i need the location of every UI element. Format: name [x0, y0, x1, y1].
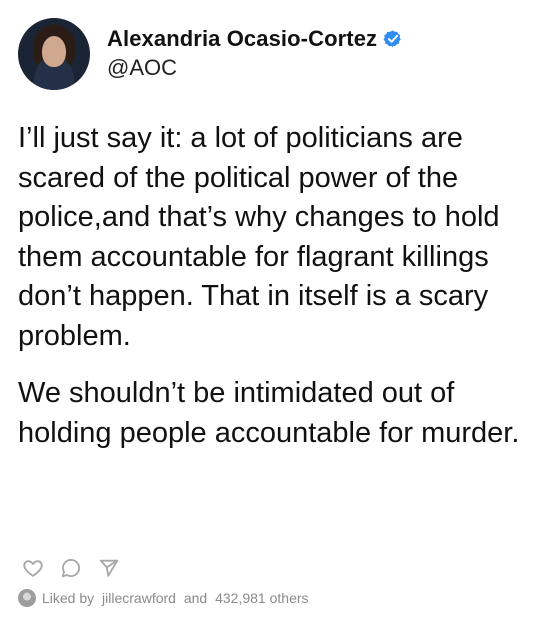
- profile-avatar[interactable]: [18, 18, 90, 90]
- post-body: I’ll just say it: a lot of politicians a…: [18, 119, 528, 453]
- post-header: Alexandria Ocasio-Cortez @AOC: [18, 18, 403, 90]
- verified-badge-icon: [383, 30, 401, 47]
- send-icon[interactable]: [98, 557, 120, 579]
- post-actions: [22, 556, 120, 580]
- likes-prefix: Liked by: [42, 590, 95, 606]
- author-info: Alexandria Ocasio-Cortez @AOC: [107, 24, 403, 81]
- author-handle[interactable]: @AOC: [107, 55, 403, 81]
- author-name-row: Alexandria Ocasio-Cortez: [107, 24, 403, 53]
- likes-connector: and: [183, 590, 208, 606]
- likes-text: Liked by jillecrawford and 432,981 other…: [42, 590, 313, 606]
- liked-user-link[interactable]: jillecrawford: [102, 590, 176, 606]
- post-paragraph: We shouldn’t be intimidated out of holdi…: [18, 377, 520, 449]
- likes-summary: Liked by jillecrawford and 432,981 other…: [18, 588, 313, 608]
- others-link[interactable]: 432,981 others: [215, 590, 308, 606]
- author-name[interactable]: Alexandria Ocasio-Cortez: [107, 26, 377, 52]
- comment-icon[interactable]: [60, 557, 82, 579]
- liked-user-avatar[interactable]: [18, 589, 36, 607]
- heart-icon[interactable]: [22, 557, 44, 579]
- post-paragraph: I’ll just say it: a lot of politicians a…: [18, 122, 500, 352]
